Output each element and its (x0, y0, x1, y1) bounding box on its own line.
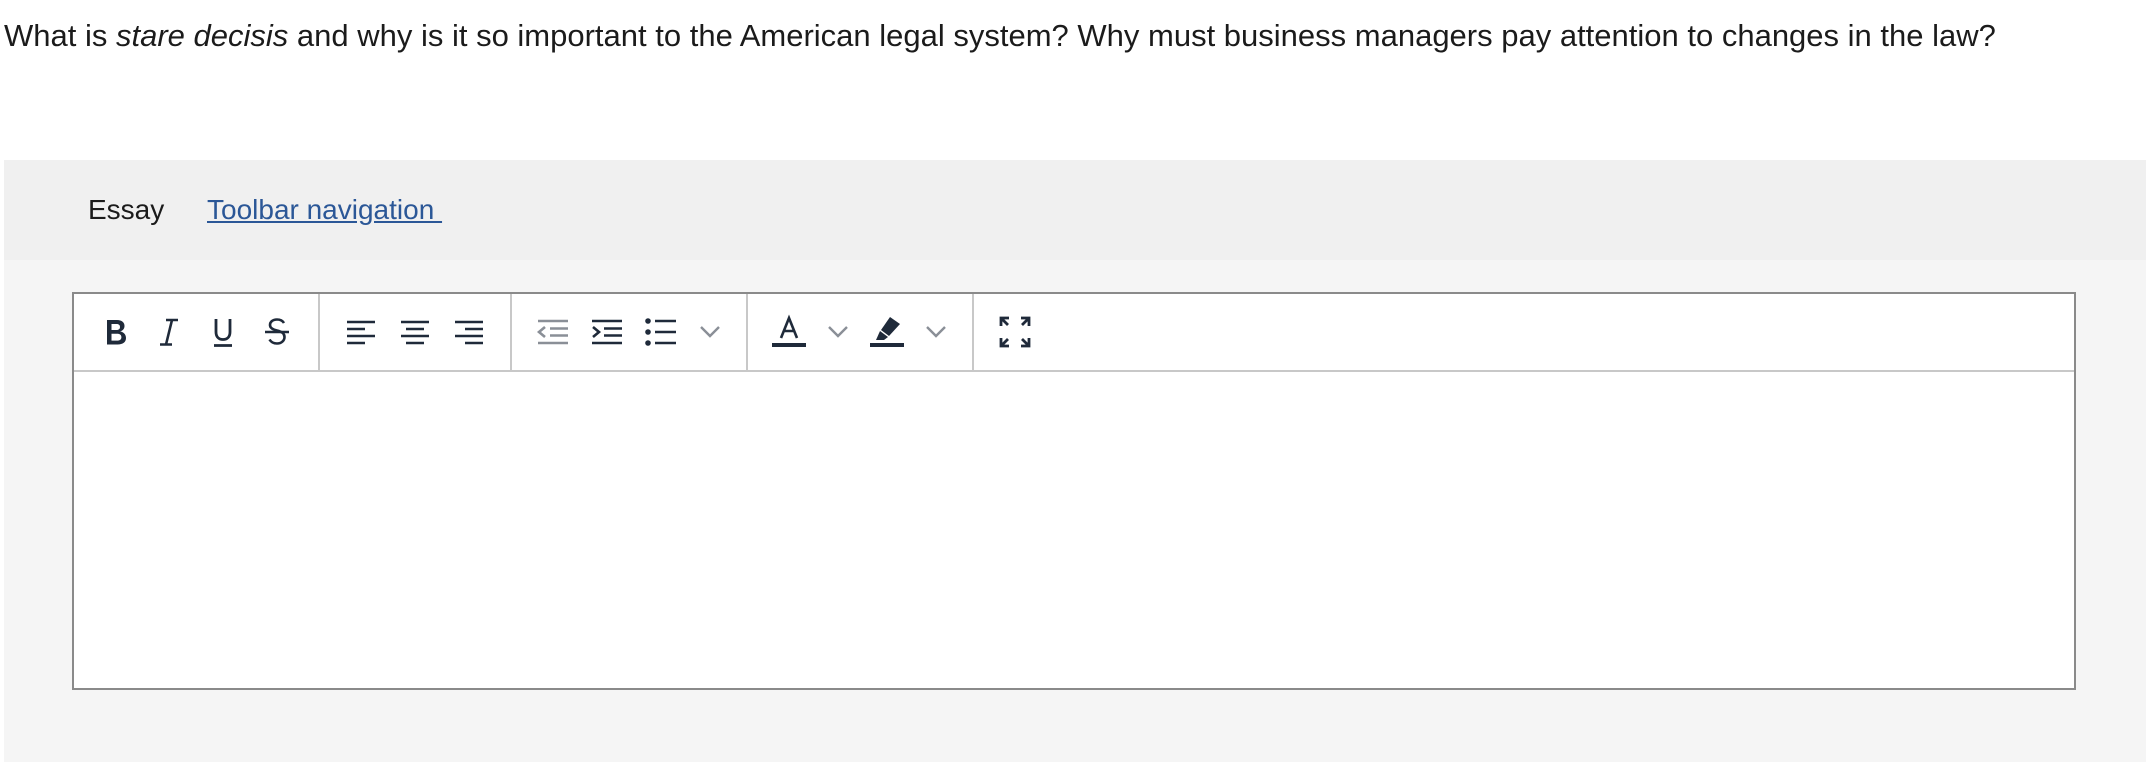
strikethrough-button[interactable] (250, 302, 304, 362)
align-right-button[interactable] (442, 302, 496, 362)
editor-toolbar (74, 294, 2074, 372)
outdent-icon (536, 319, 568, 345)
underline-button[interactable] (196, 302, 250, 362)
fullscreen-button[interactable] (988, 302, 1042, 362)
bullet-list-icon (645, 318, 676, 346)
color-group (748, 294, 974, 370)
question-text: What is stare decisis and why is it so i… (4, 14, 1996, 58)
fullscreen-icon (999, 316, 1031, 348)
list-group (512, 294, 748, 370)
italic-button[interactable] (142, 302, 196, 362)
alignment-group (320, 294, 512, 370)
bold-button[interactable] (88, 302, 142, 362)
align-center-icon (401, 320, 429, 345)
bold-icon (107, 320, 126, 345)
question-term: stare decisis (115, 18, 289, 53)
essay-text-area[interactable] (74, 372, 2074, 688)
question-suffix: and why is it so important to the Americ… (288, 18, 1996, 53)
text-color-dropdown[interactable] (816, 302, 860, 362)
toolbar-navigation-link[interactable]: Toolbar navigation (207, 193, 442, 227)
text-color-button[interactable] (762, 302, 816, 362)
align-right-icon (455, 320, 483, 345)
outdent-button[interactable] (526, 302, 580, 362)
text-color-icon (772, 314, 806, 347)
align-left-icon (347, 320, 375, 345)
underline-icon (214, 319, 232, 347)
align-center-button[interactable] (388, 302, 442, 362)
highlight-dropdown[interactable] (914, 302, 958, 362)
highlight-icon (870, 317, 904, 347)
highlight-button[interactable] (860, 302, 914, 362)
text-style-group (74, 294, 320, 370)
view-group (974, 294, 1056, 370)
align-left-button[interactable] (334, 302, 388, 362)
chevron-down-icon (926, 326, 946, 338)
question-prefix: What is (4, 18, 116, 53)
bullet-list-button[interactable] (634, 302, 688, 362)
indent-icon (592, 319, 622, 345)
essay-label: Essay (88, 194, 165, 225)
panel-header: Essay Toolbar navigation (4, 160, 2146, 260)
chevron-down-icon (828, 326, 848, 338)
chevron-down-icon (700, 326, 720, 338)
rich-text-editor (72, 292, 2076, 690)
strikethrough-icon (265, 318, 289, 345)
bullet-list-dropdown[interactable] (688, 302, 732, 362)
indent-button[interactable] (580, 302, 634, 362)
italic-icon (160, 318, 178, 346)
